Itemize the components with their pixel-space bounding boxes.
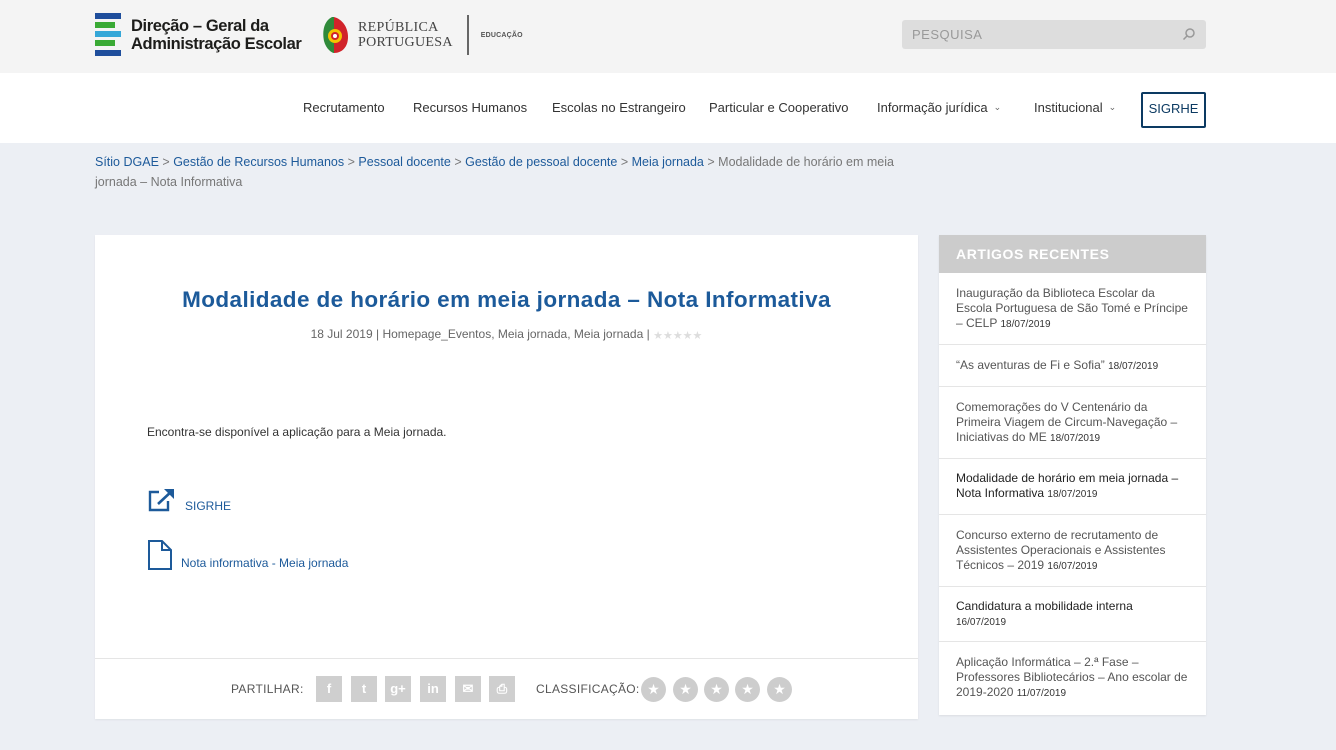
post-rating-stars: ★★★★★ xyxy=(653,330,703,342)
article-date: 16/07/2019 xyxy=(956,616,1007,628)
twitter-icon[interactable]: t xyxy=(351,676,377,702)
share-bar: PARTILHAR: f t g+ in ✉ ⎙ CLASSIFICAÇÃO: … xyxy=(95,658,918,719)
nav-item-informacao-juridica[interactable]: Informação jurídica ⌄ xyxy=(877,100,1001,115)
nota-informativa-label: Nota informativa - Meia jornada xyxy=(181,556,349,570)
article-title[interactable]: Inauguração da Biblioteca Escolar da Esc… xyxy=(956,286,1188,330)
breadcrumb-link[interactable]: Meia jornada xyxy=(632,155,704,169)
republica-emblem-icon xyxy=(323,17,348,53)
article-card: Modalidade de horário em meia jornada – … xyxy=(95,235,918,719)
article-title[interactable]: Candidatura a mobilidade interna xyxy=(956,599,1133,613)
article-date: 18/07/2019 xyxy=(1050,432,1101,444)
article-date: 16/07/2019 xyxy=(1047,560,1098,572)
nav-label: Institucional xyxy=(1034,100,1103,115)
logo-divider xyxy=(466,15,469,55)
print-icon[interactable]: ⎙ xyxy=(489,676,515,702)
rating-star-2[interactable]: ★ xyxy=(673,677,698,702)
dgae-logo[interactable]: Direção – Geral da Administração Escolar xyxy=(95,13,302,56)
breadcrumb-link[interactable]: Gestão de pessoal docente xyxy=(465,155,617,169)
sigrhe-link[interactable]: SIGRHE xyxy=(147,487,231,513)
recent-articles-widget: ARTIGOS RECENTES Inauguração da Bibliote… xyxy=(939,235,1206,715)
rp-line-1: REPÚBLICA xyxy=(358,20,439,35)
article-date: 18/07/2019 xyxy=(1000,318,1051,330)
nav-item-escolas-estrangeiro[interactable]: Escolas no Estrangeiro xyxy=(552,100,686,115)
article-title[interactable]: Aplicação Informática – 2.ª Fase – Profe… xyxy=(956,655,1187,699)
post-meta: 18 Jul 2019 | Homepage_Eventos, Meia jor… xyxy=(95,327,918,342)
sigrhe-button[interactable]: SIGRHE xyxy=(1141,92,1206,128)
post-intro: Encontra-se disponível a aplicação para … xyxy=(147,425,447,439)
nav-item-recrutamento[interactable]: Recrutamento xyxy=(303,100,385,115)
list-item[interactable]: Aplicação Informática – 2.ª Fase – Profe… xyxy=(939,642,1206,714)
rp-line-2: PORTUGUESA xyxy=(358,35,453,50)
nav-item-particular-cooperativo[interactable]: Particular e Cooperativo xyxy=(709,100,848,115)
main-navigation: Recrutamento Recursos Humanos Escolas no… xyxy=(0,73,1336,143)
meta-separator: | xyxy=(646,327,650,341)
rating-star-3[interactable]: ★ xyxy=(704,677,729,702)
nav-item-institucional[interactable]: Institucional ⌄ xyxy=(1034,100,1116,115)
breadcrumb-link[interactable]: Gestão de Recursos Humanos xyxy=(173,155,344,169)
rating-star-1[interactable]: ★ xyxy=(641,677,666,702)
share-label: PARTILHAR: xyxy=(231,682,304,696)
meta-separator: | xyxy=(375,327,380,341)
nav-label: Recursos Humanos xyxy=(413,100,528,115)
article-date: 11/07/2019 xyxy=(1016,688,1067,699)
breadcrumb-separator: > xyxy=(454,155,462,169)
post-categories[interactable]: Homepage_Eventos, Meia jornada, Meia jor… xyxy=(382,327,643,341)
rating-label: CLASSIFICAÇÃO: xyxy=(536,682,640,696)
document-icon xyxy=(148,540,172,570)
breadcrumb: Sítio DGAE > Gestão de Recursos Humanos … xyxy=(95,152,905,192)
search-box[interactable] xyxy=(902,20,1206,49)
breadcrumb-separator: > xyxy=(162,155,170,169)
search-input[interactable] xyxy=(902,20,1172,49)
widget-title: ARTIGOS RECENTES xyxy=(939,235,1206,273)
republica-portuguesa-logo[interactable]: REPÚBLICA PORTUGUESA EDUCAÇÃO xyxy=(320,15,523,55)
breadcrumb-separator: > xyxy=(707,155,715,169)
area-label: EDUCAÇÃO xyxy=(480,31,523,39)
search-icon[interactable] xyxy=(1182,27,1196,41)
facebook-icon[interactable]: f xyxy=(316,676,342,702)
list-item[interactable]: Concurso externo de recrutamento de Assi… xyxy=(939,515,1206,587)
nav-label: Escolas no Estrangeiro xyxy=(552,100,686,115)
rating-star-4[interactable]: ★ xyxy=(735,677,760,702)
breadcrumb-separator: > xyxy=(620,155,629,169)
dgae-logo-text: Direção – Geral da Administração Escolar xyxy=(131,16,302,53)
article-date: 18/07/2019 xyxy=(1108,360,1159,372)
rating-star-5[interactable]: ★ xyxy=(767,677,792,702)
external-link-icon xyxy=(148,489,174,512)
nav-item-recursos-humanos[interactable]: Recursos Humanos xyxy=(413,100,527,115)
breadcrumb-link[interactable]: Sítio DGAE xyxy=(95,155,159,169)
post-date: 18 Jul 2019 xyxy=(310,327,373,341)
email-icon[interactable]: ✉ xyxy=(455,676,481,702)
breadcrumb-separator: > xyxy=(347,155,355,169)
google-plus-icon[interactable]: g+ xyxy=(385,676,411,702)
list-item[interactable]: “As aventuras de Fi e Sofia” 18/07/2019 xyxy=(939,345,1206,387)
sigrhe-link-label: SIGRHE xyxy=(185,499,232,513)
nav-label: Particular e Cooperativo xyxy=(709,100,849,115)
site-header: Direção – Geral da Administração Escolar… xyxy=(0,0,1336,73)
dgae-logo-mark xyxy=(95,13,121,56)
chevron-down-icon: ⌄ xyxy=(993,102,1002,112)
breadcrumb-link[interactable]: Pessoal docente xyxy=(358,155,450,169)
brand-line-1: Direção – Geral da xyxy=(131,16,269,35)
nav-label: Recrutamento xyxy=(303,100,385,115)
list-item[interactable]: Comemorações do V Centenário da Primeira… xyxy=(939,387,1206,459)
nav-label: Informação jurídica xyxy=(877,100,988,115)
list-item[interactable]: Modalidade de horário em meia jornada – … xyxy=(939,459,1206,515)
page-title: Modalidade de horário em meia jornada – … xyxy=(182,287,831,312)
linkedin-icon[interactable]: in xyxy=(420,676,446,702)
article-date: 18/07/2019 xyxy=(1047,489,1098,500)
nota-informativa-link[interactable]: Nota informativa - Meia jornada xyxy=(147,540,348,570)
list-item[interactable]: Candidatura a mobilidade interna 16/07/20… xyxy=(939,587,1206,642)
brand-line-2: Administração Escolar xyxy=(131,34,302,53)
article-title[interactable]: “As aventuras de Fi e Sofia” xyxy=(956,358,1105,372)
republica-text: REPÚBLICA PORTUGUESA xyxy=(358,20,453,50)
chevron-down-icon: ⌄ xyxy=(1108,102,1117,112)
list-item[interactable]: Inauguração da Biblioteca Escolar da Esc… xyxy=(939,273,1206,345)
